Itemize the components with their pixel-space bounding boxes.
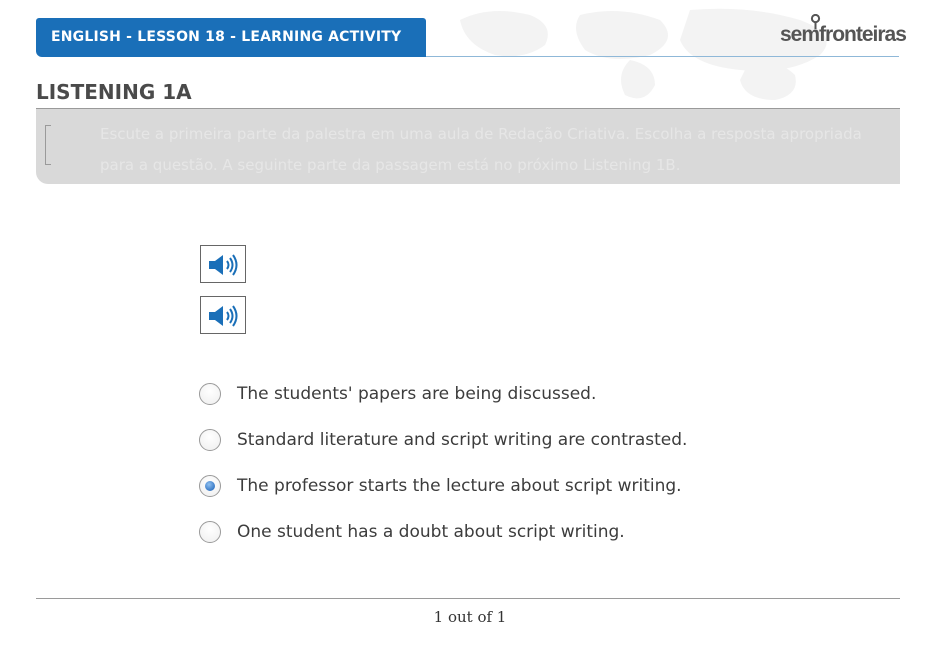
audio-play-button-2[interactable] — [200, 296, 246, 334]
page-counter: 1 out of 1 — [433, 608, 507, 626]
speaker-icon — [209, 305, 238, 327]
answer-option-label: Standard literature and script writing a… — [237, 430, 688, 450]
instructions-panel: Escute a primeira parte da palestra em u… — [36, 109, 900, 184]
speaker-icon — [209, 254, 238, 276]
radio-button[interactable] — [199, 475, 221, 497]
answer-option-label: One student has a doubt about script wri… — [237, 522, 625, 542]
logo-text: semfronteiras — [780, 23, 907, 46]
answer-option-label: The students' papers are being discussed… — [237, 384, 597, 404]
radio-button[interactable] — [199, 383, 221, 405]
answer-option-label: The professor starts the lecture about s… — [237, 476, 682, 496]
audio-play-button-1[interactable] — [200, 245, 246, 283]
lesson-banner: ENGLISH - LESSON 18 - LEARNING ACTIVITY — [36, 18, 426, 57]
instructions-text: Escute a primeira parte da palestra em u… — [100, 125, 862, 174]
bracket-decoration — [45, 125, 51, 165]
radio-button[interactable] — [199, 521, 221, 543]
radio-button[interactable] — [199, 429, 221, 451]
page-title: LISTENING 1A — [36, 80, 192, 104]
footer-divider — [36, 598, 900, 599]
brand-logo: semfronteiras — [780, 14, 907, 48]
header-divider — [426, 56, 899, 57]
